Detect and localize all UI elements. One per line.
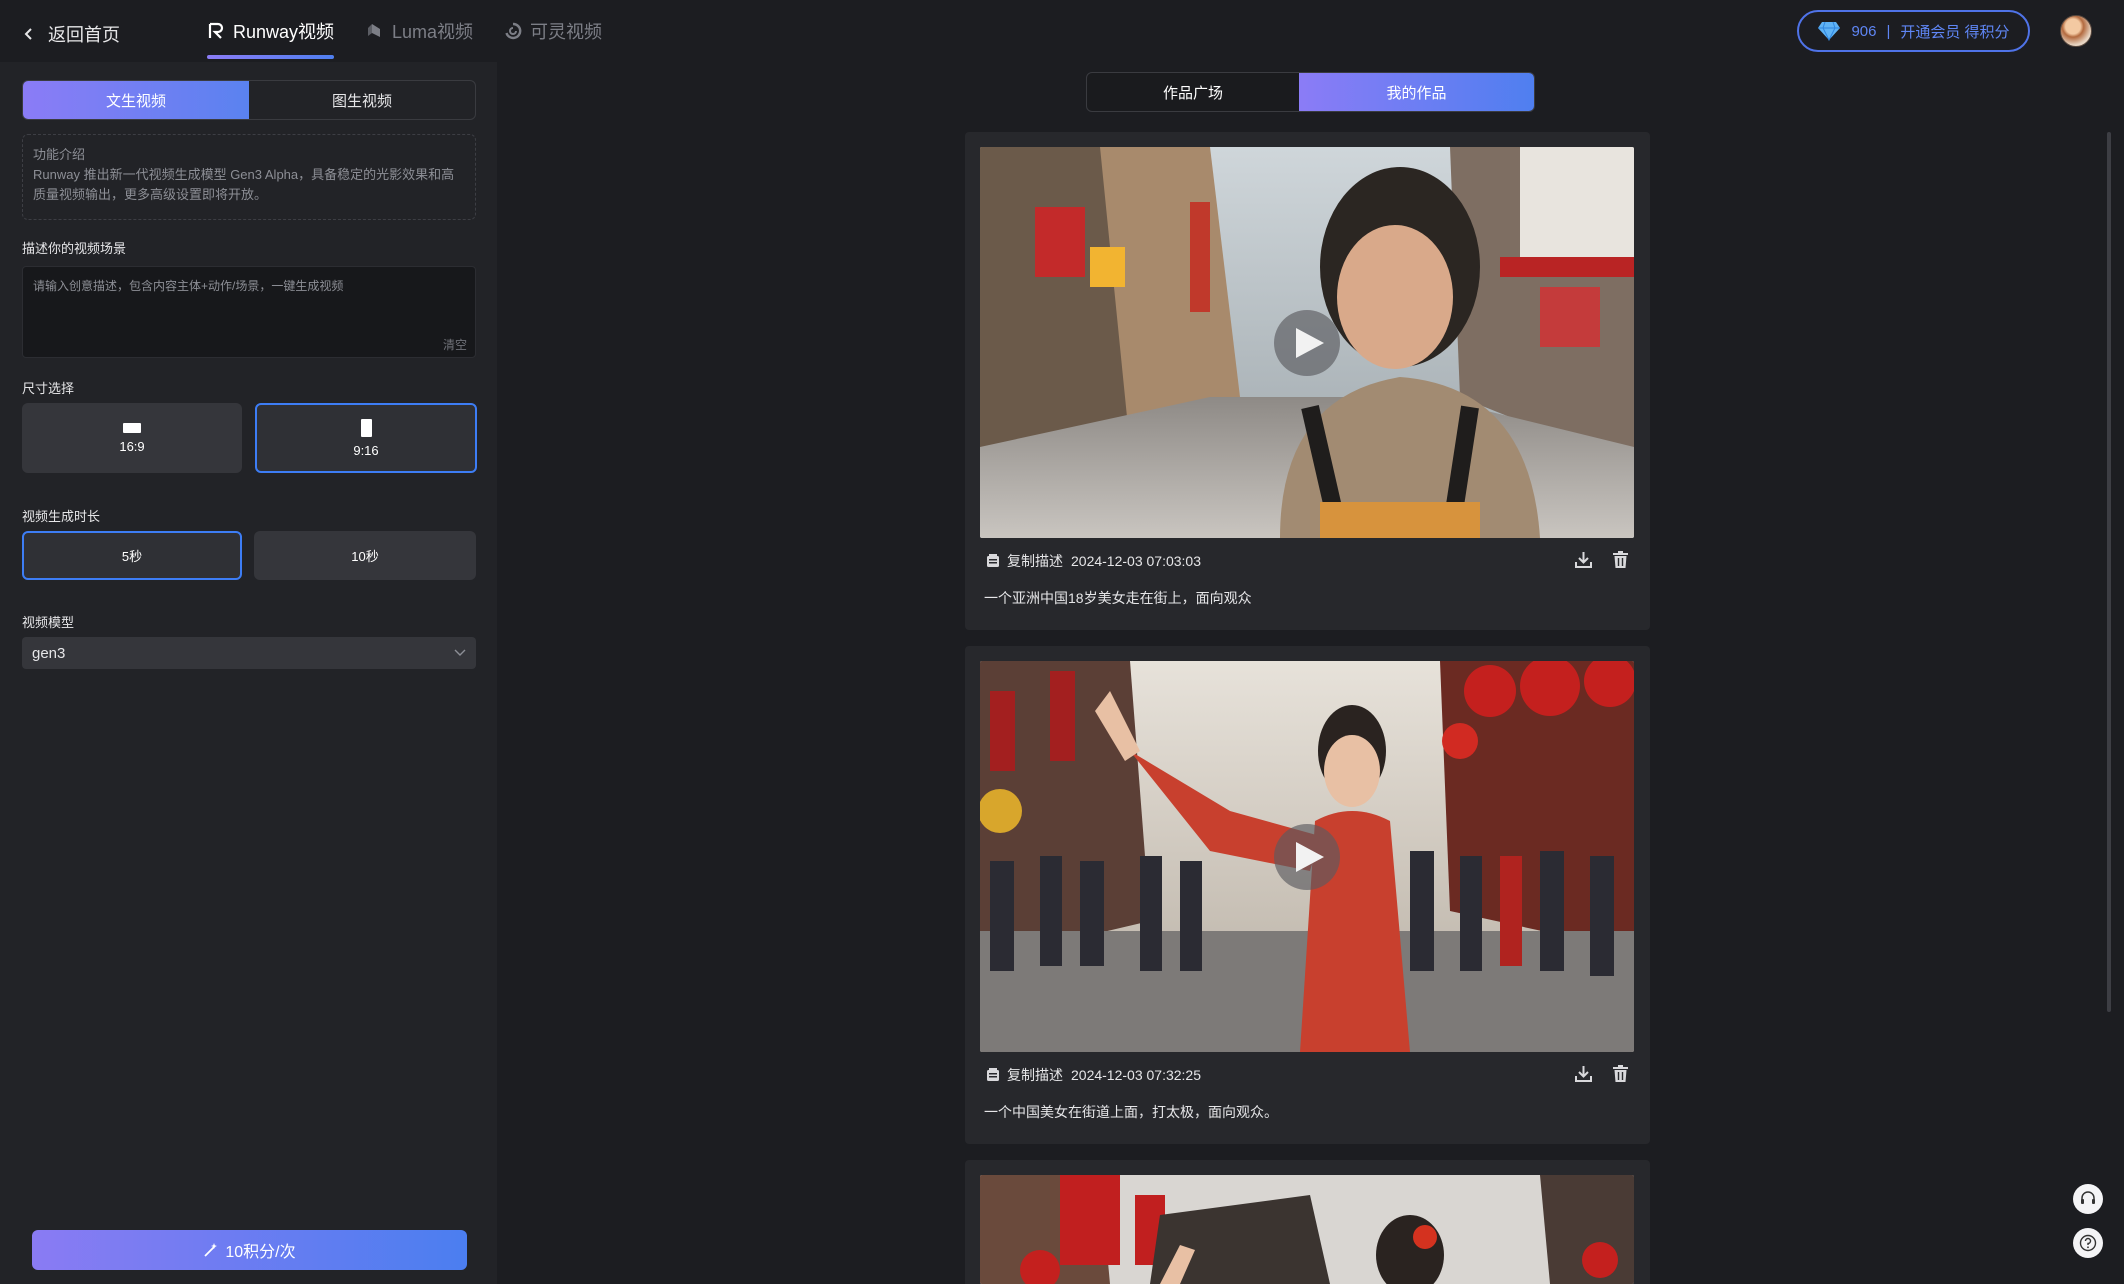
work-actions (1574, 550, 1630, 569)
download-icon[interactable] (1574, 1064, 1593, 1083)
copy-icon (987, 554, 999, 567)
video-preview-image (980, 1175, 1634, 1284)
headset-icon (2081, 1191, 2095, 1204)
customer-service-button[interactable] (2073, 1184, 2103, 1214)
points-divider: | (1886, 22, 1891, 40)
active-tab-underline (207, 55, 335, 59)
luma-logo-icon (368, 24, 380, 37)
prompt-label: 描述你的视频场景 (22, 241, 127, 256)
help-icon (2079, 1234, 2097, 1252)
top-bar: 返回首页 Runway视频 Luma视频 可灵视频 906 | 开通会员 得积分 (0, 0, 2124, 62)
runway-logo-icon (208, 22, 224, 39)
prompt-input[interactable] (23, 267, 475, 357)
mode-image-to-video[interactable]: 图生视频 (249, 81, 475, 119)
help-button[interactable] (2073, 1228, 2103, 1258)
tab-kling[interactable]: 可灵视频 (504, 18, 602, 44)
model-select-value: gen3 (32, 644, 66, 662)
sidebar: 文生视频 图生视频 功能介绍 Runway 推出新一代视频生成模型 Gen3 A… (0, 62, 497, 1284)
diamond-icon (1818, 21, 1841, 41)
copy-description-label: 复制描述 (1007, 553, 1063, 569)
copy-description-button[interactable]: 复制描述 (985, 1065, 1063, 1085)
video-thumbnail[interactable] (980, 1175, 1634, 1284)
copy-description-button[interactable]: 复制描述 (985, 551, 1063, 571)
clear-button[interactable]: 清空 (443, 336, 467, 353)
play-icon (1296, 327, 1324, 358)
work-card (965, 1160, 1650, 1284)
play-icon (1296, 841, 1324, 872)
size-option-label: 9:16 (353, 442, 379, 458)
work-timestamp: 2024-12-03 07:03:03 (1071, 553, 1201, 569)
points-action-label: 开通会员 得积分 (1900, 23, 2010, 41)
chevron-down-icon (454, 649, 466, 656)
points-membership-button[interactable]: 906 | 开通会员 得积分 (1797, 10, 2030, 52)
generate-button[interactable]: 10积分/次 (32, 1230, 467, 1270)
trash-icon[interactable] (1611, 550, 1630, 569)
work-actions (1574, 1064, 1630, 1083)
magic-wand-icon (204, 1243, 218, 1257)
back-home-link[interactable]: 返回首页 (22, 21, 120, 47)
duration-label: 视频生成时长 (22, 509, 101, 524)
trash-icon[interactable] (1611, 1064, 1630, 1083)
model-label: 视频模型 (22, 615, 75, 630)
intro-title: 功能介绍 (33, 147, 86, 162)
tab-runway-label: Runway视频 (233, 22, 335, 42)
play-button[interactable] (1274, 823, 1340, 890)
work-description: 一个亚洲中国18岁美女走在街上，面向观众 (984, 590, 1252, 606)
tab-kling-label: 可灵视频 (530, 22, 602, 42)
tab-luma[interactable]: Luma视频 (366, 18, 473, 44)
back-home-label: 返回首页 (48, 25, 120, 45)
work-timestamp: 2024-12-03 07:32:25 (1071, 1067, 1201, 1083)
work-card: 复制描述 2024-12-03 07:03:03 一个亚洲中国18岁美女走在街上… (965, 132, 1650, 630)
copy-icon (987, 1068, 999, 1081)
copy-description-label: 复制描述 (1007, 1067, 1063, 1083)
work-meta: 复制描述 2024-12-03 07:03:03 (985, 551, 1201, 571)
size-label: 尺寸选择 (22, 381, 75, 396)
size-option-16-9[interactable]: 16:9 (22, 403, 242, 473)
avatar[interactable] (2060, 15, 2092, 47)
portrait-ratio-icon (360, 418, 372, 437)
download-icon[interactable] (1574, 550, 1593, 569)
generate-button-label: 10积分/次 (225, 1244, 296, 1261)
main-scrollbar[interactable] (2107, 132, 2111, 1012)
work-description: 一个中国美女在街道上面，打太极，面向观众。 (984, 1104, 1278, 1120)
work-meta: 复制描述 2024-12-03 07:32:25 (985, 1065, 1201, 1085)
tab-runway[interactable]: Runway视频 (207, 18, 335, 59)
feature-intro: 功能介绍 Runway 推出新一代视频生成模型 Gen3 Alpha，具备稳定的… (22, 134, 476, 220)
tab-works-plaza[interactable]: 作品广场 (1087, 73, 1299, 111)
mode-text-to-video[interactable]: 文生视频 (23, 81, 249, 119)
intro-text: Runway 推出新一代视频生成模型 Gen3 Alpha，具备稳定的光影效果和… (33, 167, 455, 202)
video-thumbnail[interactable] (980, 147, 1634, 538)
points-value: 906 (1851, 22, 1877, 40)
tab-luma-label: Luma视频 (392, 22, 474, 42)
chevron-left-icon (24, 28, 32, 40)
kling-logo-icon (505, 22, 522, 40)
mode-switch: 文生视频 图生视频 (22, 80, 476, 120)
landscape-ratio-icon (123, 422, 141, 433)
play-button[interactable] (1274, 309, 1340, 376)
size-option-9-16[interactable]: 9:16 (255, 403, 477, 473)
prompt-box: 清空 (22, 266, 476, 358)
video-thumbnail[interactable] (980, 661, 1634, 1052)
model-select[interactable]: gen3 (22, 637, 476, 669)
duration-option-10s[interactable]: 10秒 (254, 531, 476, 580)
duration-option-5s[interactable]: 5秒 (22, 531, 242, 580)
size-option-label: 16:9 (119, 438, 145, 454)
works-segment-switch: 作品广场 我的作品 (1086, 72, 1535, 112)
work-card: 复制描述 2024-12-03 07:32:25 一个中国美女在街道上面，打太极… (965, 646, 1650, 1144)
tab-my-works[interactable]: 我的作品 (1299, 73, 1534, 111)
